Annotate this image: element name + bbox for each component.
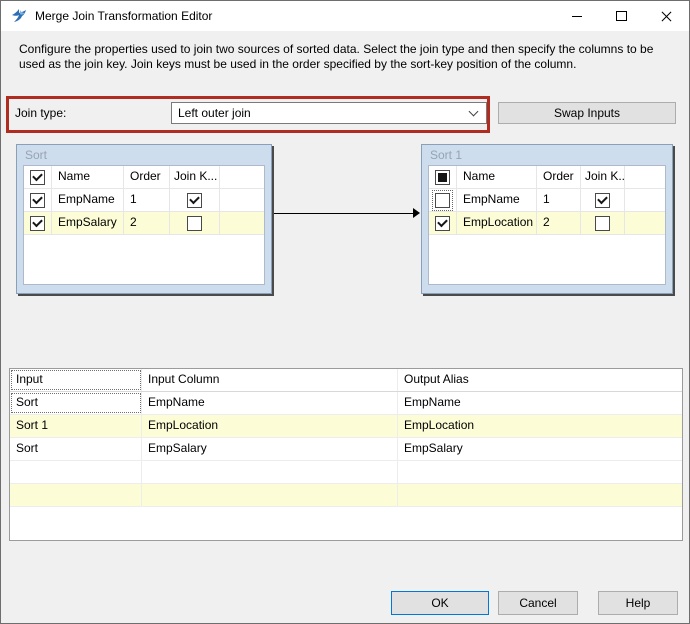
order-cell: 2 (537, 212, 581, 234)
column-header-order: Order (537, 166, 581, 188)
grid-row[interactable]: EmpLocation 2 (429, 212, 665, 235)
mapping-header-input: Input (10, 369, 142, 391)
select-all-checkbox[interactable] (435, 169, 450, 185)
dialog-description: Configure the properties used to join tw… (19, 42, 654, 71)
mapping-input-cell[interactable]: Sort 1 (10, 415, 142, 437)
grid-row[interactable]: EmpSalary 2 (24, 212, 264, 235)
column-header-name: Name (52, 166, 124, 188)
mapping-header-output-alias: Output Alias (404, 372, 469, 386)
swap-inputs-button[interactable]: Swap Inputs (498, 102, 676, 124)
cancel-button[interactable]: Cancel (498, 591, 578, 615)
mapping-output-alias-cell[interactable]: EmpName (398, 392, 682, 414)
join-type-value: Left outer join (178, 106, 251, 120)
column-name-cell: EmpLocation (457, 212, 537, 234)
join-key-checkbox[interactable] (595, 192, 610, 208)
row-select-checkbox[interactable] (432, 189, 453, 211)
select-all-cell (429, 166, 457, 188)
minimize-button[interactable] (554, 1, 599, 31)
mapping-input-column-cell[interactable]: EmpSalary (142, 438, 398, 460)
empty-cell (10, 484, 142, 506)
row-select-checkbox[interactable] (30, 192, 45, 208)
column-header-order: Order (124, 166, 170, 188)
panel-title-sort1: Sort 1 (430, 148, 463, 162)
select-all-cell (24, 166, 52, 188)
flow-arrow-head (413, 208, 420, 218)
row-select-checkbox[interactable] (30, 215, 45, 231)
mapping-row[interactable]: Sort EmpName EmpName (10, 392, 682, 415)
app-icon (12, 9, 26, 22)
row-select-checkbox[interactable] (435, 215, 450, 231)
join-key-checkbox[interactable] (595, 215, 610, 231)
join-key-cell (581, 189, 625, 211)
mapping-input-column-cell[interactable]: EmpName (142, 392, 398, 414)
column-name-cell: EmpName (52, 189, 124, 211)
mapping-input-cell[interactable]: Sort (10, 438, 142, 460)
close-button[interactable] (644, 1, 689, 31)
chevron-down-icon (468, 106, 479, 117)
close-icon (661, 11, 672, 22)
help-button[interactable]: Help (598, 591, 678, 615)
minimize-icon (571, 15, 582, 17)
row-select-cell (429, 189, 457, 211)
join-key-cell (581, 212, 625, 234)
window-title: Merge Join Transformation Editor (35, 9, 213, 23)
join-key-checkbox[interactable] (187, 215, 202, 231)
ok-button[interactable]: OK (391, 591, 489, 615)
merge-join-editor-dialog: Merge Join Transformation Editor Configu… (0, 0, 690, 624)
grid-row[interactable]: EmpName 1 (429, 189, 665, 212)
panel-title-sort: Sort (25, 148, 48, 162)
order-cell: 1 (124, 189, 170, 211)
mapping-input-cell[interactable]: Sort (10, 392, 142, 414)
flow-arrow-line (274, 213, 414, 214)
mapping-grid: Input Input Column Output Alias Sort Emp… (9, 368, 683, 541)
join-type-label: Join type: (15, 106, 67, 120)
row-select-cell (24, 189, 52, 211)
maximize-button[interactable] (599, 1, 644, 31)
mapping-empty-row[interactable] (10, 484, 682, 507)
row-select-cell (24, 212, 52, 234)
mapping-input-column-cell[interactable]: EmpLocation (142, 415, 398, 437)
join-type-select[interactable]: Left outer join (171, 102, 487, 124)
maximize-icon (616, 11, 627, 21)
titlebar: Merge Join Transformation Editor (1, 1, 689, 31)
mapping-empty-row[interactable] (10, 461, 682, 484)
column-header-name: Name (457, 166, 537, 188)
grid-header-row: Name Order Join K... (24, 166, 264, 189)
grid-header-row: Name Order Join K... (429, 166, 665, 189)
select-all-checkbox[interactable] (30, 169, 45, 185)
column-name-cell: EmpSalary (52, 212, 124, 234)
source-panel-sort1: Sort 1 Name Order Join K... EmpName 1 Em… (421, 144, 673, 294)
row-select-cell (429, 212, 457, 234)
mapping-row[interactable]: Sort EmpSalary EmpSalary (10, 438, 682, 461)
empty-cell (10, 461, 142, 483)
empty-cell (398, 461, 682, 483)
column-grid-sort: Name Order Join K... EmpName 1 EmpSalary (23, 165, 265, 285)
empty-cell (398, 484, 682, 506)
join-key-checkbox[interactable] (187, 192, 202, 208)
source-panel-sort: Sort Name Order Join K... EmpName 1 EmpS… (16, 144, 272, 294)
empty-cell (142, 461, 398, 483)
column-grid-sort1: Name Order Join K... EmpName 1 EmpLocati… (428, 165, 666, 285)
join-key-cell (170, 212, 220, 234)
mapping-output-alias-cell[interactable]: EmpLocation (398, 415, 682, 437)
mapping-header-row: Input Input Column Output Alias (10, 369, 682, 392)
column-header-join-key: Join K... (170, 166, 220, 188)
order-cell: 2 (124, 212, 170, 234)
join-key-cell (170, 189, 220, 211)
mapping-output-alias-cell[interactable]: EmpSalary (398, 438, 682, 460)
column-header-join-key: Join K... (581, 166, 625, 188)
order-cell: 1 (537, 189, 581, 211)
mapping-header-input-column: Input Column (142, 369, 398, 391)
empty-cell (142, 484, 398, 506)
mapping-row[interactable]: Sort 1 EmpLocation EmpLocation (10, 415, 682, 438)
grid-row[interactable]: EmpName 1 (24, 189, 264, 212)
column-name-cell: EmpName (457, 189, 537, 211)
